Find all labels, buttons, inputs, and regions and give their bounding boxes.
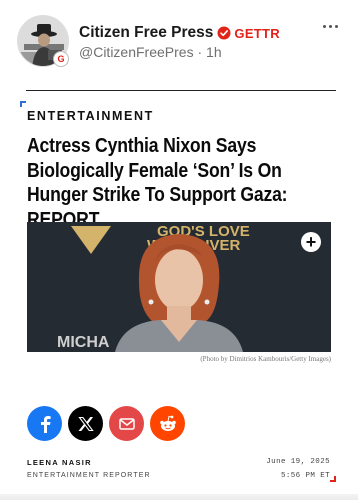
gettr-badge-glyph: G bbox=[57, 54, 65, 64]
gettr-badge-icon: G bbox=[53, 51, 69, 67]
more-horizontal-icon bbox=[329, 25, 332, 28]
share-reddit-button[interactable] bbox=[150, 406, 185, 441]
author-role: ENTERTAINMENT REPORTER bbox=[27, 472, 151, 479]
card-bottom-edge bbox=[0, 494, 358, 500]
publish-time: 5:56 PM ET bbox=[280, 472, 330, 480]
handle[interactable]: @CitizenFreePres bbox=[79, 44, 194, 60]
plus-icon: + bbox=[305, 231, 317, 252]
article-category[interactable]: ENTERTAINMENT bbox=[27, 109, 154, 123]
photo-caption: (Photo by Dimitrios Kambouris/Getty Imag… bbox=[200, 355, 331, 363]
top-divider bbox=[26, 90, 336, 91]
facebook-icon bbox=[40, 415, 51, 433]
more-options-button[interactable] bbox=[322, 22, 340, 32]
display-name[interactable]: Citizen Free Press bbox=[79, 24, 213, 42]
author-name[interactable]: LEENA NASIR bbox=[27, 458, 92, 467]
add-photo-button[interactable]: + bbox=[301, 232, 321, 252]
name-line: Citizen Free Press GETTR bbox=[79, 24, 280, 42]
post-age: 1h bbox=[206, 44, 222, 60]
share-x-button[interactable] bbox=[68, 406, 103, 441]
reddit-icon bbox=[159, 415, 176, 431]
platform-label: GETTR bbox=[234, 25, 280, 41]
article-photo[interactable]: GOD'S LOVE WE DELIVER MICHA + bbox=[27, 222, 331, 352]
share-row bbox=[27, 406, 185, 441]
verified-badge-icon bbox=[217, 26, 231, 40]
more-horizontal-icon bbox=[335, 25, 338, 28]
backdrop-text-3: MICHA bbox=[57, 334, 110, 351]
share-email-button[interactable] bbox=[109, 406, 144, 441]
photo-image: GOD'S LOVE WE DELIVER MICHA bbox=[27, 222, 331, 352]
corner-accent-top-left bbox=[20, 101, 26, 107]
mail-icon bbox=[118, 417, 135, 430]
x-icon bbox=[77, 416, 94, 431]
publish-date: June 19, 2025 bbox=[266, 458, 330, 466]
more-horizontal-icon bbox=[323, 25, 326, 28]
article-card[interactable]: ENTERTAINMENT Actress Cynthia Nixon Says… bbox=[20, 90, 336, 488]
separator: · bbox=[197, 44, 203, 60]
post-header: G Citizen Free Press GETTR @CitizenFreeP… bbox=[0, 0, 358, 78]
corner-accent-bottom-right bbox=[330, 476, 336, 482]
share-facebook-button[interactable] bbox=[27, 406, 62, 441]
handle-line: @CitizenFreePres · 1h bbox=[79, 44, 222, 60]
article-headline[interactable]: Actress Cynthia Nixon Says Biologically … bbox=[27, 134, 331, 232]
